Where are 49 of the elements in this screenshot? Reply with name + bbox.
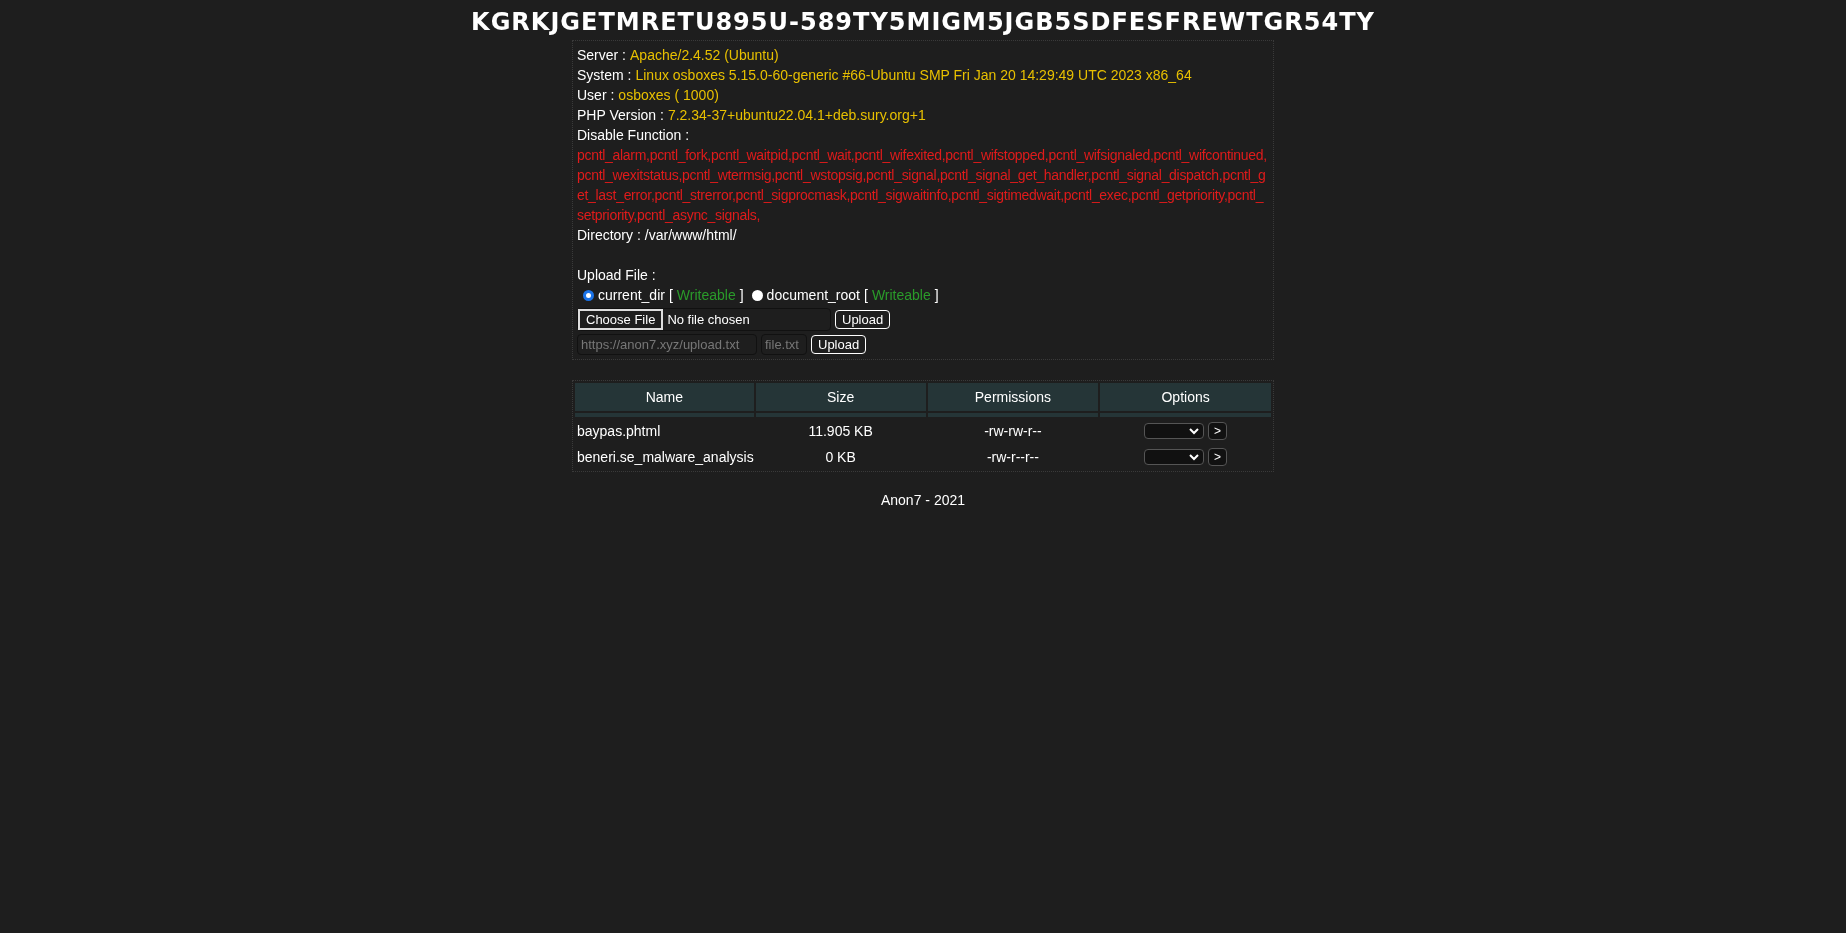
bracket: [: [864, 286, 868, 305]
file-permissions: -rw-r--r--: [985, 448, 1040, 467]
footer-text: Anon7 - 2021: [880, 492, 966, 508]
radio-label: document_root: [766, 286, 860, 305]
upload-button[interactable]: Upload: [835, 310, 891, 329]
go-button[interactable]: >: [1208, 448, 1228, 466]
upload-label: Upload File :: [577, 266, 656, 285]
file-size: 0 KB: [824, 448, 857, 467]
file-status: No file chosen: [667, 310, 750, 329]
radio-button[interactable]: [583, 289, 594, 301]
column-header: Name: [575, 383, 754, 411]
info-value: Apache/2.4.52 (Ubuntu): [630, 46, 779, 65]
chevron-down-icon: [1189, 453, 1200, 461]
column-header: Options: [1100, 383, 1271, 411]
directory-path: /var/www/html/: [644, 226, 737, 245]
column-header: Size: [755, 383, 926, 411]
bracket: ]: [934, 286, 939, 305]
info-label: System :: [577, 66, 632, 85]
writeable-status: Writeable: [871, 286, 931, 305]
chevron-down-icon: [1189, 427, 1200, 435]
options-dropdown[interactable]: [1144, 423, 1205, 439]
radio-button[interactable]: [751, 289, 763, 301]
info-value: osboxes: [618, 86, 671, 105]
info-label: Directory :: [577, 226, 641, 245]
info-value: Linux osboxes 5.15.0-60-generic #66-Ubuntu SMP Fri Jan 20 14:29:49 UTC 2023 x86_64: [635, 66, 1192, 85]
column-header: Permissions: [927, 383, 1099, 411]
options-dropdown[interactable]: [1144, 449, 1205, 465]
filename-field[interactable]: file.txt: [761, 334, 807, 355]
bracket: ]: [739, 286, 744, 305]
file-name[interactable]: beneri.se_malware_analysis: [575, 445, 754, 469]
file-permissions: -rw-rw-r--: [983, 422, 1043, 441]
file-size: 11.905 KB: [807, 422, 874, 441]
choose-file-button[interactable]: Choose File: [578, 309, 664, 330]
info-label: Server :: [577, 46, 626, 65]
info-value: 7.2.34-37+ubuntu22.04.1+deb.sury.org+1: [667, 106, 926, 125]
upload-button[interactable]: Upload: [811, 335, 867, 354]
page-title: KGRKJGETMRETU895U-589TY5MIGM5JGB5SDFESFREWTGR54TY: [471, 8, 1375, 36]
go-button[interactable]: >: [1208, 422, 1228, 440]
bracket: [: [668, 286, 673, 305]
file-field[interactable]: Choose File No file chosen: [577, 308, 831, 331]
file-name[interactable]: baypas.phtml: [575, 419, 754, 443]
writeable-status: Writeable: [676, 286, 736, 305]
info-label: Disable Function :: [577, 126, 690, 145]
info-label: User :: [577, 86, 615, 105]
url-field[interactable]: https://anon7.xyz/upload.txt: [577, 334, 757, 355]
info-extra: ( 1000): [674, 86, 719, 105]
disabled-functions-text: pcntl_alarm,pcntl_fork,pcntl_waitpid,pcntl_wait,pcntl_wifexited,pcntl_wifstopped,pcntl_wifsignaled,pcntl_wifcontinued,pcntl_wexitstatus,pcntl_wtermsig,pcntl_wstopsig,pcntl_signal,pcntl_signal_get_handler,pcntl_signal_dispatch,pcntl_get_last_error,pcntl_strerror,pcntl_sigprocmask,pcntl_sigwaitinfo,pcntl_sigtimedwait,pcntl_exec,pcntl_getpriority,pcntl_setpriority,pcntl_async_signals,: [577, 146, 1268, 225]
info-label: PHP Version :: [577, 106, 664, 125]
radio-label: current_dir: [598, 286, 665, 305]
